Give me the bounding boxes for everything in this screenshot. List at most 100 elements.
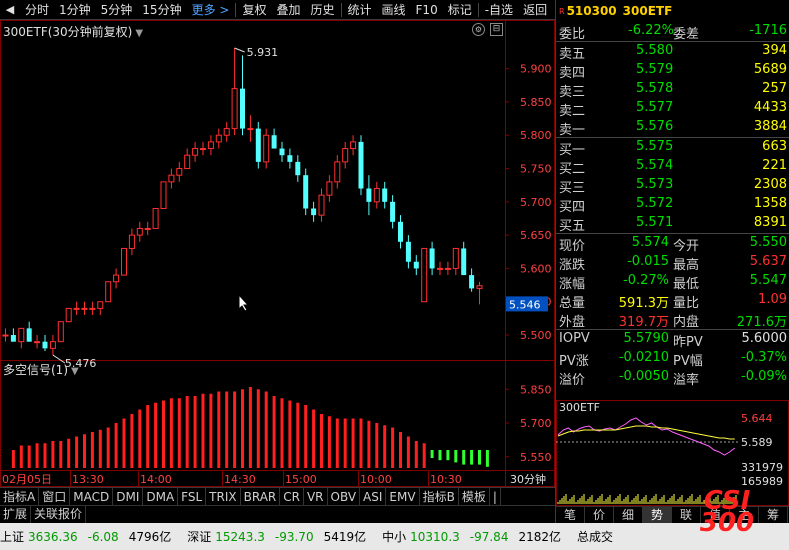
- toolbar-item[interactable]: 1分钟: [54, 0, 96, 20]
- stat-value: -0.37%: [741, 350, 787, 365]
- market-index[interactable]: 上证 3636.36 -6.08 4796亿: [0, 528, 177, 545]
- candle: [18, 327, 25, 349]
- indicator-tab[interactable]: TRIX: [206, 487, 241, 506]
- order-level: 买五 5.571 8391: [556, 214, 789, 234]
- level-price: 5.578: [636, 81, 674, 96]
- level-price: 5.575: [636, 139, 674, 154]
- indicator-tab[interactable]: CR: [280, 487, 304, 506]
- back-arrow-icon[interactable]: ◀: [0, 0, 20, 20]
- level-label: 卖三: [559, 85, 586, 100]
- gear-icon[interactable]: ⚙: [472, 23, 485, 36]
- indicator-tab[interactable]: VR: [304, 487, 328, 506]
- indicator-tab[interactable]: |: [490, 487, 501, 506]
- candle: [263, 128, 270, 169]
- level-volume: 2308: [753, 177, 787, 192]
- window-icon[interactable]: ⊟: [490, 23, 503, 36]
- order-level: 买一 5.575 663: [556, 138, 789, 158]
- candle: [382, 181, 388, 209]
- kline-chart-area[interactable]: 5.900 5.850 5.800 5.750 5.700 5.650 5.600 5.550…: [0, 20, 555, 508]
- extension-tab[interactable]: 关联报价: [31, 505, 87, 523]
- indicator-tab[interactable]: DMI: [113, 487, 144, 506]
- x-tick-label: 02月05日: [2, 473, 52, 486]
- toolbar-item[interactable]: 15分钟: [137, 0, 186, 20]
- market-index[interactable]: 总成交: [577, 528, 617, 545]
- chevron-down-icon[interactable]: ▼: [135, 28, 143, 39]
- toolbar-item[interactable]: 更多 >: [187, 0, 235, 20]
- stat-row: 涨幅 -0.27% 最低 5.547: [556, 272, 789, 292]
- indicator-tab[interactable]: 指标B: [420, 487, 459, 506]
- level-volume: 3884: [753, 119, 787, 134]
- toolbar-item[interactable]: 复权: [237, 0, 271, 20]
- order-level: 买三 5.573 2308: [556, 176, 789, 196]
- indicator-bar-bull: [201, 393, 205, 468]
- candle: [326, 175, 333, 202]
- indicator-tab[interactable]: MACD: [70, 487, 114, 506]
- right-tab[interactable]: 筹: [759, 507, 788, 523]
- order-level: 卖二 5.577 4433: [556, 99, 789, 119]
- toolbar-item[interactable]: 5分钟: [96, 0, 138, 20]
- candle: [398, 215, 403, 249]
- period-label[interactable]: 30分钟: [510, 472, 546, 486]
- toolbar-item[interactable]: 返回: [518, 0, 552, 20]
- index-price: 3636.36: [28, 530, 78, 544]
- indicator-bar-bull: [264, 391, 268, 468]
- stat-label: IOPV: [559, 331, 590, 346]
- index-change: -93.70: [274, 530, 314, 544]
- toolbar-item[interactable]: 统计: [343, 0, 377, 20]
- extension-tab[interactable]: 扩展: [0, 505, 32, 523]
- candle: [121, 247, 127, 276]
- indicator-tab[interactable]: ASI: [360, 487, 387, 506]
- toolbar-item[interactable]: 叠加: [271, 0, 305, 20]
- indicator-bar-bull: [391, 427, 395, 468]
- toolbar-item[interactable]: -自选: [480, 0, 518, 20]
- chart-title: 300ETF(30分钟前复权) ▼: [3, 25, 144, 39]
- candle: [437, 261, 443, 276]
- market-index[interactable]: 深证 15243.3 -93.70 5419亿: [187, 528, 372, 545]
- indicator-tick-label: 5.850: [520, 383, 552, 396]
- toolbar-item[interactable]: F10: [411, 0, 443, 20]
- toolbar-item[interactable]: 分时: [20, 0, 54, 20]
- stat-value: 5.547: [749, 273, 787, 288]
- right-tab[interactable]: 细: [614, 507, 643, 523]
- indicator-tab[interactable]: 模板: [459, 487, 490, 506]
- toolbar-item[interactable]: 历史: [305, 0, 339, 20]
- right-tab[interactable]: 势: [643, 507, 672, 523]
- level-label: 买四: [559, 200, 586, 215]
- iopv-stats: IOPV 5.5790 昨PV 5.6000 PV涨 -0.0210 PV幅 -0.37% 溢价…: [556, 330, 789, 388]
- y-tick-label: 5.600: [520, 262, 552, 275]
- candle: [295, 155, 301, 182]
- toolbar-item[interactable]: 画线: [377, 0, 411, 20]
- toolbar-item[interactable]: 标记: [443, 0, 477, 20]
- stat-value: 5.550: [749, 235, 787, 250]
- stat-label: 量比: [673, 296, 700, 311]
- candle: [429, 241, 435, 276]
- chevron-down-icon[interactable]: ▼: [71, 366, 79, 377]
- right-tab[interactable]: 价: [585, 507, 614, 523]
- level-volume: 1358: [753, 196, 787, 211]
- candle: [303, 168, 309, 216]
- indicator-tab[interactable]: 窗口: [39, 487, 71, 506]
- market-index[interactable]: 中小 10310.3 -97.84 2182亿: [382, 528, 567, 545]
- indicator-tick-label: 5.550: [520, 451, 552, 464]
- indicator-tab[interactable]: EMV: [386, 487, 420, 506]
- indicator-bar-bull: [162, 400, 165, 468]
- candle: [223, 121, 230, 142]
- order-level: 卖一 5.576 3884: [556, 118, 789, 138]
- indicator-tab[interactable]: FSL: [178, 487, 207, 506]
- candle: [247, 115, 254, 142]
- indicator-bar-bear: [438, 450, 442, 461]
- x-tick-label: 10:00: [360, 473, 392, 486]
- right-tab[interactable]: 笔: [556, 507, 585, 523]
- candle: [184, 148, 191, 170]
- stat-row: 外盘 319.7万 内盘 271.6万: [556, 310, 789, 330]
- indicator-bar-bull: [130, 414, 134, 468]
- indicator-bar-bull: [11, 450, 15, 468]
- indicator-tab[interactable]: BRAR: [241, 487, 281, 506]
- indicator-bar-bull: [248, 387, 252, 468]
- indicator-tab[interactable]: DMA: [143, 487, 179, 506]
- kline-chart-svg[interactable]: 5.900 5.850 5.800 5.750 5.700 5.650 5.600 5.550…: [0, 20, 555, 487]
- indicator-tab[interactable]: 指标A: [0, 487, 40, 506]
- indicator-tab[interactable]: OBV: [328, 487, 361, 506]
- index-name: 上证: [0, 530, 25, 544]
- indicator-bar-bull: [327, 416, 331, 468]
